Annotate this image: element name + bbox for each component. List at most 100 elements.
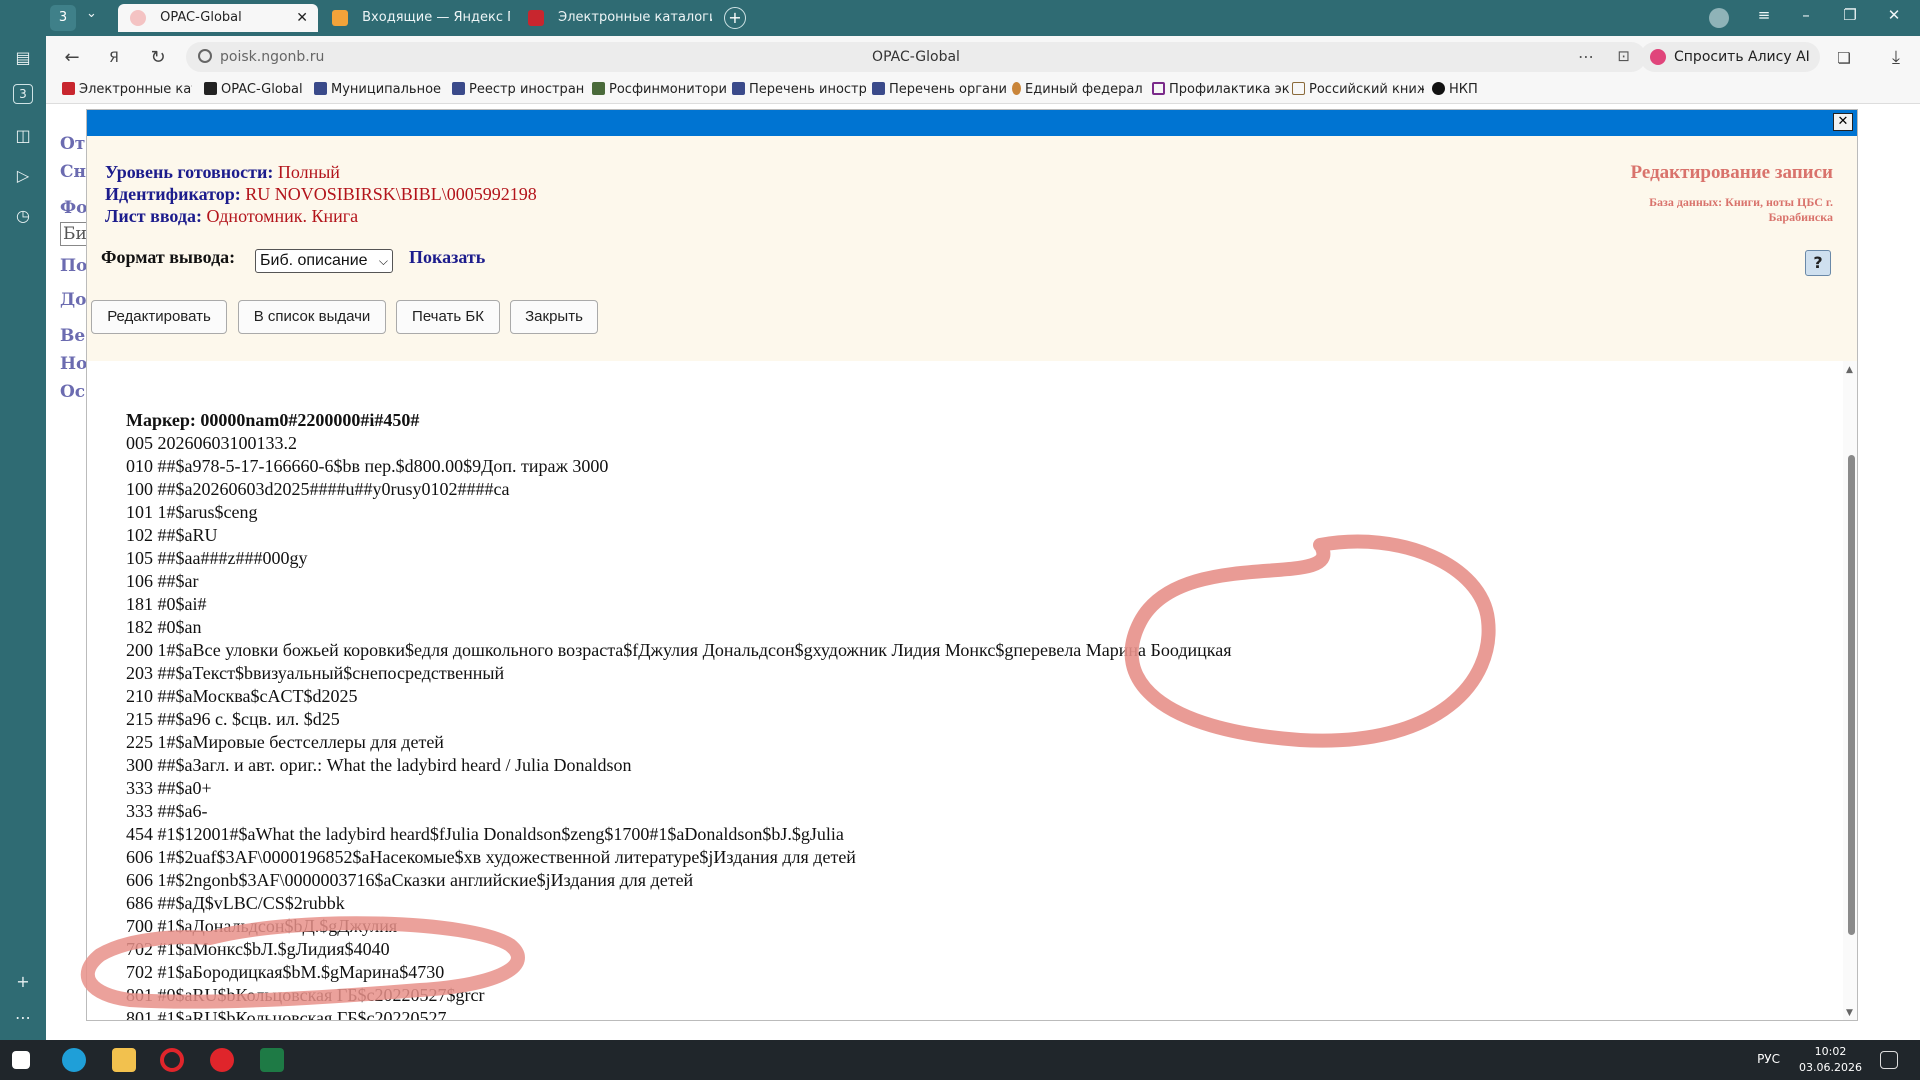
format-select[interactable]: Биб. описание ⌵ <box>255 249 393 273</box>
input-sheet-row: Лист ввода: Однотомник. Книга <box>105 206 358 227</box>
tab-electronic-catalogs[interactable]: Электронные каталоги Р <box>516 4 712 32</box>
add-panel-icon[interactable]: + <box>11 970 35 994</box>
scroll-up-icon[interactable]: ▲ <box>1846 365 1853 375</box>
bookmark-item[interactable]: Российский книж <box>1292 82 1424 97</box>
record-line: 606 1#$2uaf$3AF\0000196852$aНасекомые$xв… <box>126 847 856 867</box>
bookmark-label: Росфинмонитори <box>609 82 727 97</box>
bookmark-item[interactable]: OPAC-Global <box>204 82 312 97</box>
menu-icon[interactable]: ≡ <box>1752 6 1776 24</box>
opac-favicon-icon <box>130 10 146 26</box>
reload-icon[interactable]: ↻ <box>146 46 170 70</box>
record-line: 010 ##$a978-5-17-166660-6$bв пер.$d800.0… <box>126 456 609 476</box>
downloads-icon[interactable]: ⤓ <box>1884 46 1908 70</box>
emblem-icon <box>314 82 327 95</box>
record-line: 702 #1$aМонкс$bЛ.$gЛидия$4040 <box>126 939 390 959</box>
edit-button[interactable]: Редактировать <box>91 300 227 334</box>
tab-label: OPAC-Global <box>160 10 242 25</box>
close-button[interactable]: Закрыть <box>510 300 598 334</box>
format-selected-value: Биб. описание <box>260 252 368 269</box>
record-scrollbar[interactable]: ▲ ▼ <box>1843 361 1857 1020</box>
minimize-icon[interactable]: – <box>1794 6 1818 24</box>
tab-list-chevron-icon[interactable]: ⌄ <box>86 6 97 21</box>
record-line: 182 #0$an <box>126 617 202 637</box>
play-icon[interactable]: ▷ <box>11 164 35 188</box>
input-language[interactable]: РУС <box>1757 1052 1780 1066</box>
record-view: Маркер: 00000nam0#2200000#i#450# 005 202… <box>87 361 1857 1020</box>
back-arrow-icon[interactable]: ← <box>60 46 84 70</box>
taskbar-clock[interactable]: 10:02 03.06.2026 <box>1799 1044 1862 1076</box>
edge-icon[interactable] <box>62 1048 86 1072</box>
windows-taskbar: РУС 10:02 03.06.2026 <box>0 1040 1920 1080</box>
format-label: Формат вывода: <box>101 247 236 267</box>
input-sheet-value: Однотомник. Книга <box>206 206 359 226</box>
clock-date: 03.06.2026 <box>1799 1061 1862 1074</box>
collections-button-icon[interactable]: ❏ <box>1832 46 1856 70</box>
ask-alice-button[interactable]: Спросить Алису AI <box>1640 42 1820 72</box>
more-icon[interactable]: ⋯ <box>11 1006 35 1030</box>
file-explorer-icon[interactable] <box>112 1048 136 1072</box>
input-sheet-label: Лист ввода: <box>105 206 203 226</box>
bookmark-item[interactable]: Электронные кат <box>62 82 192 97</box>
rnb-favicon-icon <box>528 10 544 26</box>
close-window-icon[interactable]: ✕ <box>1882 6 1906 24</box>
tab-opac-global[interactable]: OPAC-Global ✕ <box>118 4 318 32</box>
yandex-logo-icon[interactable]: Я <box>102 46 126 70</box>
help-icon[interactable]: ? <box>1805 250 1831 276</box>
emblem-icon <box>452 82 465 95</box>
bookmark-item[interactable]: НКП <box>1432 82 1492 97</box>
print-card-button[interactable]: Печать БК <box>396 300 500 334</box>
excel-icon[interactable] <box>260 1048 284 1072</box>
bookmark-item[interactable]: Единый федерал <box>1012 82 1150 97</box>
emblem-icon <box>592 82 605 95</box>
show-link[interactable]: Показать <box>409 247 485 268</box>
frame-icon <box>1152 82 1165 95</box>
readiness-row: Уровень готовности: Полный <box>105 162 340 183</box>
tab-yandex-mail[interactable]: Входящие — Яндекс Почт <box>320 4 510 32</box>
clock-time: 10:02 <box>1814 1045 1847 1058</box>
bookmark-item[interactable]: Перечень иностр <box>732 82 866 97</box>
yandex-browser-icon[interactable] <box>210 1048 234 1072</box>
more-options-icon[interactable]: ⋯ <box>1578 47 1594 66</box>
nkp-icon <box>1432 82 1445 95</box>
tab-label: Электронные каталоги Р <box>558 10 712 25</box>
sidebar-counter-icon[interactable]: 3 <box>13 84 33 104</box>
record-dialog: ✕ Уровень готовности: Полный Идентификат… <box>86 109 1858 1021</box>
address-bar: ← Я ↻ OPAC-Global poisk.ngonb.ru ⋯ ⊡ Спр… <box>46 36 1920 78</box>
bookmark-label: Единый федерал <box>1025 82 1143 97</box>
history-icon[interactable]: ◷ <box>11 204 35 228</box>
account-icon[interactable] <box>1709 8 1729 28</box>
scrollbar-thumb[interactable] <box>1848 455 1855 935</box>
collections-icon[interactable]: ▤ <box>11 46 35 70</box>
record-line: 005 20260603100133.2 <box>126 433 297 453</box>
record-line: 102 ##$aRU <box>126 525 218 545</box>
bookmark-label: Российский книж <box>1309 82 1424 97</box>
dialog-close-icon[interactable]: ✕ <box>1833 113 1853 131</box>
bookmark-item[interactable]: Перечень органи <box>872 82 1006 97</box>
dialog-header: ✕ <box>87 110 1857 136</box>
identifier-label: Идентификатор: <box>105 184 241 204</box>
record-line: 686 ##$aД$vLBC/CS$2rubbk <box>126 893 345 913</box>
record-line: 333 ##$a0+ <box>126 778 212 798</box>
new-tab-button[interactable]: + <box>724 7 746 29</box>
opera-icon[interactable] <box>160 1048 184 1072</box>
screenshot-icon[interactable]: ◫ <box>11 124 35 148</box>
bookmark-item[interactable]: Муниципальное <box>314 82 442 97</box>
bookmark-icon[interactable]: ⊡ <box>1617 47 1630 65</box>
restore-icon[interactable]: ❐ <box>1838 6 1862 24</box>
tab-counter-button[interactable]: 3 <box>50 5 76 31</box>
bookmark-label: Электронные кат <box>79 82 192 97</box>
url-field[interactable]: OPAC-Global poisk.ngonb.ru ⋯ ⊡ <box>186 42 1646 72</box>
windows-start-icon[interactable] <box>12 1051 30 1069</box>
bookmark-item[interactable]: Росфинмонитори <box>592 82 728 97</box>
readiness-value: Полный <box>277 162 340 182</box>
close-tab-icon[interactable]: ✕ <box>296 4 308 32</box>
scroll-down-icon[interactable]: ▼ <box>1846 1008 1853 1018</box>
add-to-list-button[interactable]: В список выдачи <box>238 300 386 334</box>
browser-side-panel: ▤ 3 ◫ ▷ ◷ + ⋯ <box>0 0 46 1040</box>
bookmark-item[interactable]: Профилактика эк <box>1152 82 1290 97</box>
emblem-icon <box>1012 82 1021 95</box>
bookmark-label: OPAC-Global <box>221 82 303 97</box>
bookmark-item[interactable]: Реестр иностран <box>452 82 588 97</box>
notifications-icon[interactable] <box>1880 1051 1898 1069</box>
record-line: 203 ##$aТекст$bвизуальный$cнепосредствен… <box>126 663 505 683</box>
